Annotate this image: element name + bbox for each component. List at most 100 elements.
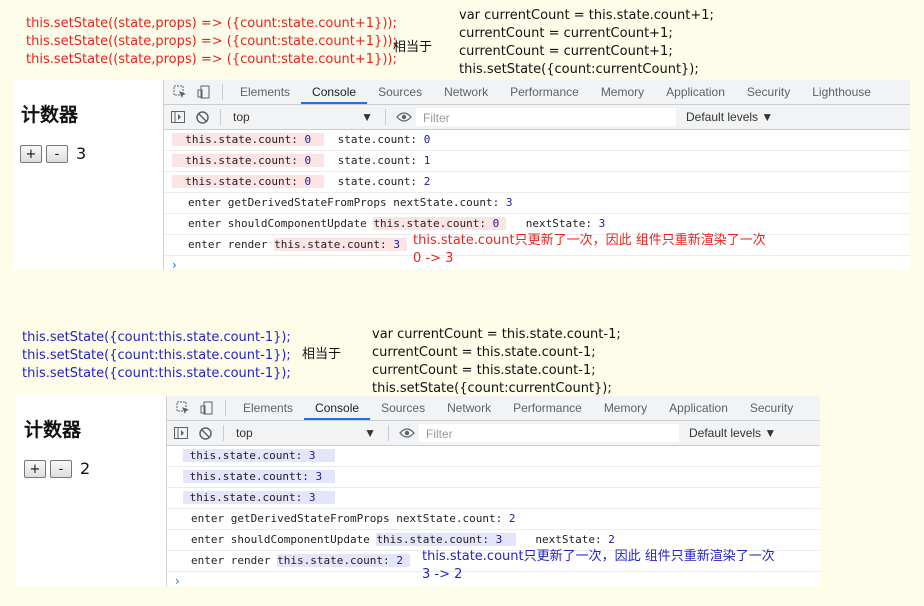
increment-button[interactable]: +	[24, 459, 46, 478]
sidebar-toggle-icon[interactable]	[173, 425, 189, 441]
filter-input[interactable]: Filter	[416, 108, 676, 126]
devtools-panel: Elements Console Sources Network Perform…	[166, 396, 820, 588]
annotation-line: this.state.count只更新了一次，因此 组件只重新渲染了一次	[413, 233, 766, 248]
log-text: enter getDerivedStateFromProps nextState…	[191, 512, 509, 525]
log-levels-dropdown[interactable]: Default levels ▼	[686, 110, 773, 124]
log-text: state.count:	[324, 154, 424, 167]
dropdown-arrow-icon: ▼	[364, 426, 376, 440]
log-number: 2	[608, 533, 615, 546]
log-number: 0	[304, 133, 312, 146]
device-toolbar-icon[interactable]	[199, 400, 215, 416]
live-expression-eye-icon[interactable]	[396, 109, 412, 125]
console-highlight: this.state.count: 0	[172, 154, 325, 167]
device-toolbar-icon[interactable]	[196, 84, 212, 100]
inspect-element-icon[interactable]	[175, 400, 191, 416]
code-line: this.setState({count:this.state.count-1}…	[22, 330, 291, 345]
live-expression-eye-icon[interactable]	[399, 425, 415, 441]
tab-performance[interactable]: Performance	[502, 396, 593, 420]
levels-label: Default levels	[689, 426, 762, 440]
bottom-code-block: this.setState({count:this.state.count-1}…	[22, 329, 291, 383]
log-text: enter render	[191, 554, 278, 567]
increment-button[interactable]: +	[20, 144, 42, 163]
log-text: this.state.count:	[376, 533, 496, 546]
log-number: 2	[508, 512, 516, 525]
console-highlight: this.state.countt: 3	[183, 470, 336, 483]
log-number: 3	[393, 238, 400, 251]
log-text: state.count:	[324, 175, 424, 188]
tab-performance[interactable]: Performance	[499, 80, 590, 104]
annotation: this.state.count只更新了一次，因此 组件只重新渲染了一次 3 -…	[422, 548, 775, 584]
tab-sources[interactable]: Sources	[370, 396, 436, 420]
clear-console-icon[interactable]	[197, 425, 213, 441]
annotation: this.state.count只更新了一次，因此 组件只重新渲染了一次 0 -…	[413, 232, 766, 268]
log-number: 3	[505, 196, 513, 209]
clear-console-icon[interactable]	[194, 109, 210, 125]
tab-application[interactable]: Application	[658, 396, 739, 420]
tab-console[interactable]: Console	[301, 80, 368, 104]
code-line: currentCount = currentCount+1;	[459, 44, 673, 59]
equivalent-label: 相当于	[302, 347, 342, 362]
filter-input[interactable]: Filter	[419, 424, 679, 442]
console-highlight: this.state.count: 0	[373, 217, 506, 230]
code-line: this.setState((state,props) => ({count:s…	[26, 16, 397, 31]
tab-elements[interactable]: Elements	[232, 396, 304, 420]
tab-lighthouse[interactable]: Lighthouse	[801, 80, 882, 104]
app-title: 计数器	[24, 419, 82, 441]
console-toolbar: top ▼ Filter Default levels ▼	[164, 105, 910, 130]
annotation-line: 3 -> 2	[422, 567, 463, 582]
log-number: 3	[308, 449, 316, 462]
decrement-button[interactable]: -	[50, 459, 72, 478]
log-text: this.state.count:	[185, 133, 305, 146]
context-selector[interactable]: top ▼	[230, 426, 382, 440]
sidebar-toggle-icon[interactable]	[170, 109, 186, 125]
log-text: this.state.count:	[373, 217, 493, 230]
console-highlight: this.state.count: 2	[277, 554, 410, 567]
console-row: this.state.count: 3	[167, 488, 820, 509]
log-text: enter shouldComponentUpdate	[191, 533, 377, 546]
divider	[220, 109, 221, 125]
code-line: currentCount = this.state.count-1;	[372, 345, 596, 360]
log-levels-dropdown[interactable]: Default levels ▼	[689, 426, 776, 440]
decrement-button[interactable]: -	[46, 144, 68, 163]
divider	[225, 400, 226, 416]
log-number: 3	[598, 217, 606, 230]
log-number: 2	[423, 175, 431, 188]
divider	[223, 425, 224, 441]
tab-security[interactable]: Security	[736, 80, 801, 104]
log-number: 1	[423, 154, 431, 167]
devtools-panel: Elements Console Sources Network Perform…	[163, 80, 910, 272]
counter-controls: + -3	[20, 143, 86, 163]
code-line: currentCount = currentCount+1;	[459, 26, 673, 41]
tab-memory[interactable]: Memory	[593, 396, 658, 420]
levels-label: Default levels	[686, 110, 759, 124]
top-equivalent-code: var currentCount = this.state.count+1; c…	[459, 7, 714, 79]
context-selector[interactable]: top ▼	[227, 110, 379, 124]
tab-security[interactable]: Security	[739, 396, 804, 420]
tab-sources[interactable]: Sources	[367, 80, 433, 104]
app-title: 计数器	[21, 104, 79, 126]
console-highlight: this.state.count: 3	[183, 491, 336, 504]
tab-network[interactable]: Network	[433, 80, 499, 104]
tab-application[interactable]: Application	[655, 80, 736, 104]
log-number: 0	[304, 154, 312, 167]
code-line: var currentCount = this.state.count-1;	[372, 327, 621, 342]
tab-elements[interactable]: Elements	[229, 80, 301, 104]
log-text: this.state.count:	[189, 491, 309, 504]
log-text: this.state.count:	[274, 238, 394, 251]
log-text: enter render	[188, 238, 275, 251]
log-number: 0	[304, 175, 312, 188]
inspect-element-icon[interactable]	[172, 84, 188, 100]
tab-memory[interactable]: Memory	[590, 80, 655, 104]
log-text: nextState:	[505, 217, 599, 230]
tab-network[interactable]: Network	[436, 396, 502, 420]
console-row: this.state.countt: 3	[167, 467, 820, 488]
console-row: this.state.count: 0 state.count: 2	[164, 172, 910, 193]
log-text: enter getDerivedStateFromProps nextState…	[188, 196, 506, 209]
log-text: state.count:	[324, 133, 424, 146]
log-number: 2	[396, 554, 403, 567]
tab-console[interactable]: Console	[304, 396, 371, 420]
code-line: this.setState({count:this.state.count-1}…	[22, 366, 291, 381]
console-toolbar: top ▼ Filter Default levels ▼	[167, 421, 820, 446]
dropdown-arrow-icon: ▼	[761, 110, 774, 124]
log-text: nextState:	[515, 533, 609, 546]
